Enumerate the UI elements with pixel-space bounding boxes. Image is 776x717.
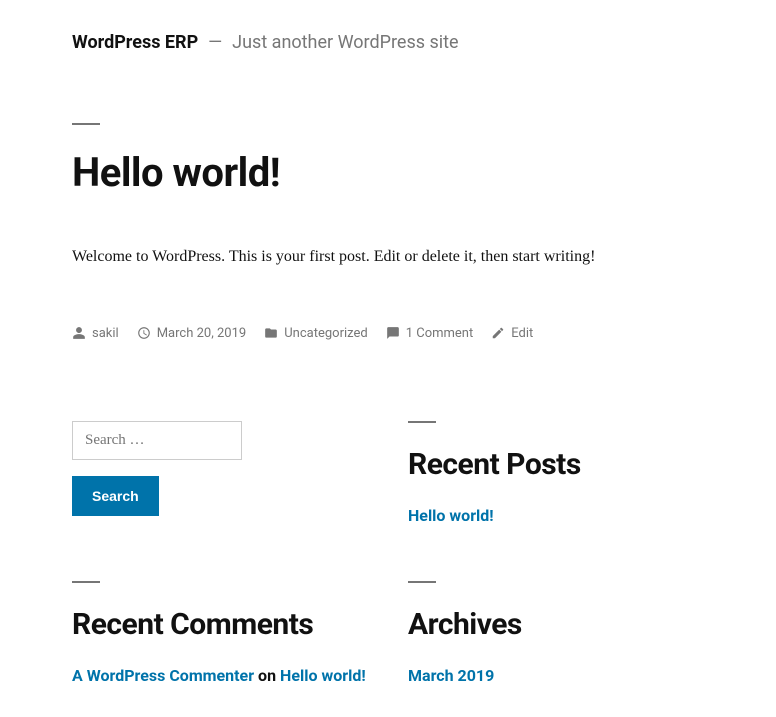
search-widget: Search (72, 421, 368, 525)
comment-icon (386, 326, 400, 340)
recent-comments-widget: Recent Comments A WordPress Commenter on… (72, 581, 368, 685)
meta-category: Uncategorized (264, 326, 367, 341)
author-link[interactable]: sakil (92, 326, 119, 341)
pencil-icon (491, 326, 505, 340)
comment-author-link[interactable]: A WordPress Commenter (72, 666, 254, 685)
recent-posts-widget: Recent Posts Hello world! (408, 421, 704, 525)
widgets-area: Search Recent Posts Hello world! Recent … (72, 421, 704, 685)
person-icon (72, 326, 86, 340)
date-link[interactable]: March 20, 2019 (157, 326, 247, 341)
comments-link[interactable]: 1 Comment (406, 326, 474, 341)
site-tagline: Just another WordPress site (232, 32, 458, 53)
site-title-link[interactable]: WordPress ERP (72, 32, 198, 53)
archives-widget: Archives March 2019 (408, 581, 704, 685)
clock-icon (137, 326, 151, 340)
category-link[interactable]: Uncategorized (284, 326, 367, 341)
post-divider (72, 123, 100, 125)
search-button[interactable]: Search (72, 476, 159, 516)
widget-divider (408, 421, 436, 423)
widget-divider (72, 581, 100, 583)
comment-on-text: on (258, 666, 276, 685)
meta-date: March 20, 2019 (137, 326, 247, 341)
edit-link[interactable]: Edit (511, 326, 533, 341)
recent-post-link[interactable]: Hello world! (408, 506, 494, 525)
meta-author: sakil (72, 326, 119, 341)
tagline-separator: — (208, 32, 222, 53)
post-content: Welcome to WordPress. This is your first… (72, 244, 704, 270)
recent-comment-item: A WordPress Commenter on Hello world! (72, 666, 368, 685)
widget-divider (408, 581, 436, 583)
archive-link[interactable]: March 2019 (408, 666, 494, 685)
post-title: Hello world! (72, 149, 704, 196)
site-header: WordPress ERP — Just another WordPress s… (72, 32, 704, 53)
post-meta: sakil March 20, 2019 Uncategorized 1 Com… (72, 326, 704, 341)
post-article: Hello world! Welcome to WordPress. This … (72, 123, 704, 341)
meta-edit: Edit (491, 326, 533, 341)
search-input[interactable] (72, 421, 242, 460)
folder-icon (264, 326, 278, 340)
comment-post-link[interactable]: Hello world! (280, 666, 366, 685)
recent-comments-title: Recent Comments (72, 607, 368, 642)
recent-posts-title: Recent Posts (408, 447, 704, 482)
archives-title: Archives (408, 607, 704, 642)
meta-comments: 1 Comment (386, 326, 474, 341)
